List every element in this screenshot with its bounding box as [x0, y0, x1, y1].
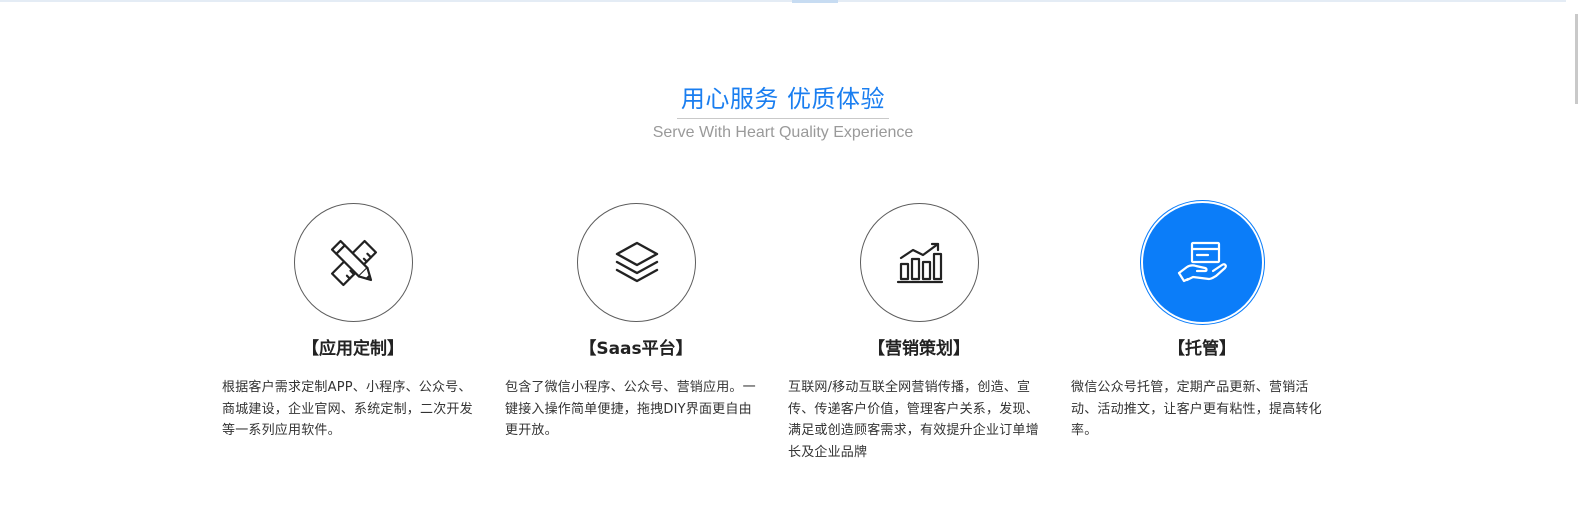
service-title[interactable]: 【托管】	[1071, 337, 1333, 361]
service-description: 包含了微信小程序、公众号、营销应用。一键接入操作简单便捷，拖拽DIY界面更自由更…	[505, 380, 756, 438]
section-header: 用心服务 优质体验 Serve With Heart Quality Exper…	[0, 82, 1566, 143]
pencil-ruler-icon	[330, 239, 377, 286]
layers-icon	[615, 241, 658, 282]
service-title[interactable]: 【Saas平台】	[505, 337, 767, 361]
service-description: 互联网/移动互联全网营销传播，创造、宣传、传递客户价值，管理客户关系，发现、满足…	[788, 380, 1039, 460]
section-title: 用心服务 优质体验	[676, 82, 890, 119]
service-icon-circle[interactable]	[577, 203, 696, 322]
service-description: 根据客户需求定制APP、小程序、公众号、商城建设，企业官网、系统定制，二次开发等…	[222, 380, 473, 438]
service-description: 微信公众号托管，定期产品更新、营销活动、活动推文，让客户更有粘性，提高转化率。	[1071, 380, 1322, 438]
top-divider	[0, 0, 1566, 2]
growth-chart-icon	[896, 242, 943, 283]
service-title[interactable]: 【营销策划】	[788, 337, 1050, 361]
service-title[interactable]: 【应用定制】	[222, 337, 484, 361]
top-active-indicator	[792, 0, 838, 3]
hand-card-icon	[1177, 241, 1227, 282]
section-subtitle: Serve With Heart Quality Experience	[652, 124, 914, 141]
service-icon-circle[interactable]	[294, 203, 413, 322]
service-icon-circle[interactable]	[860, 203, 979, 322]
service-icon-circle[interactable]	[1143, 203, 1262, 322]
